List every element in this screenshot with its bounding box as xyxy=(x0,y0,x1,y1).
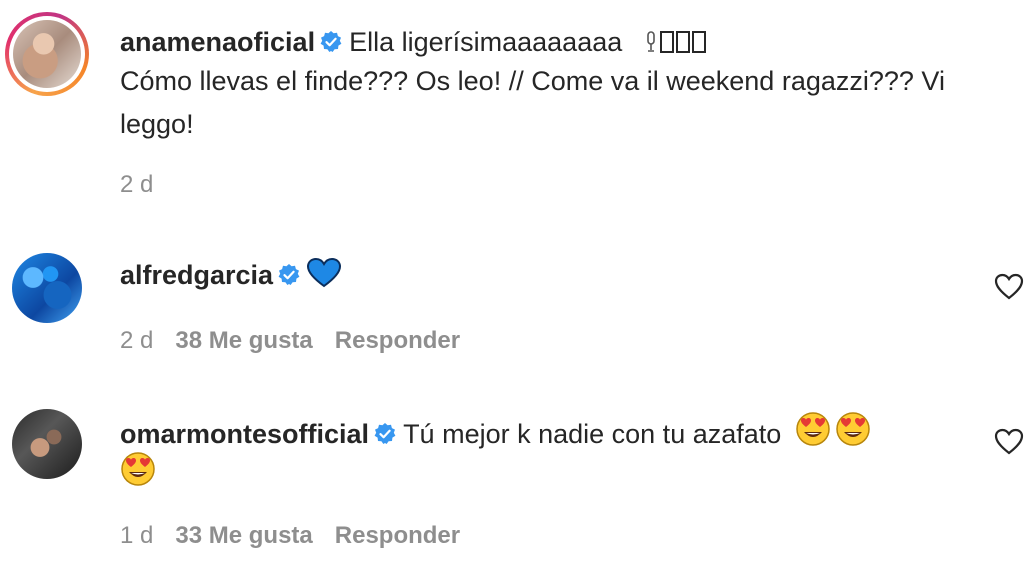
timestamp[interactable]: 1 d xyxy=(120,522,153,549)
blue-heart-emoji-icon xyxy=(307,258,342,288)
comment-text-line: Cómo llevas el finde??? Os leo! // Come … xyxy=(120,66,945,96)
missing-glyph-icon xyxy=(691,31,706,53)
avatar-story-ring[interactable] xyxy=(5,12,89,96)
avatar[interactable] xyxy=(12,253,82,323)
timestamp[interactable]: 2 d xyxy=(120,327,153,354)
heart-eyes-emoji-icon xyxy=(796,412,830,446)
comment-text: Ella ligerísimaaaaaaaa xyxy=(349,27,623,57)
avatar[interactable] xyxy=(12,409,82,479)
verified-badge-icon xyxy=(374,423,396,444)
reply-button[interactable]: Responder xyxy=(335,522,460,549)
heart-eyes-emoji-icon xyxy=(836,412,870,446)
timestamp[interactable]: 2 d xyxy=(120,171,153,198)
missing-glyph-icon xyxy=(659,31,674,53)
like-heart-icon[interactable] xyxy=(994,272,1024,302)
likes-count-link[interactable]: 33 Me gusta xyxy=(175,522,312,549)
reply-button[interactable]: Responder xyxy=(335,327,460,354)
avatar xyxy=(13,20,81,88)
username-link[interactable]: alfredgarcia xyxy=(120,260,273,290)
verified-badge-icon xyxy=(278,264,300,285)
comment-text: Tú mejor k nadie con tu azafato xyxy=(403,419,782,449)
microphone-icon xyxy=(646,31,655,52)
likes-count-link[interactable]: 38 Me gusta xyxy=(175,327,312,354)
comment-text-line: leggo! xyxy=(120,109,194,139)
like-heart-icon[interactable] xyxy=(994,427,1024,457)
heart-eyes-emoji-icon xyxy=(121,452,155,486)
verified-badge-icon xyxy=(320,31,342,52)
missing-glyph-icon xyxy=(675,31,690,53)
username-link[interactable]: anamenaoficial xyxy=(120,27,315,57)
username-link[interactable]: omarmontesofficial xyxy=(120,419,369,449)
